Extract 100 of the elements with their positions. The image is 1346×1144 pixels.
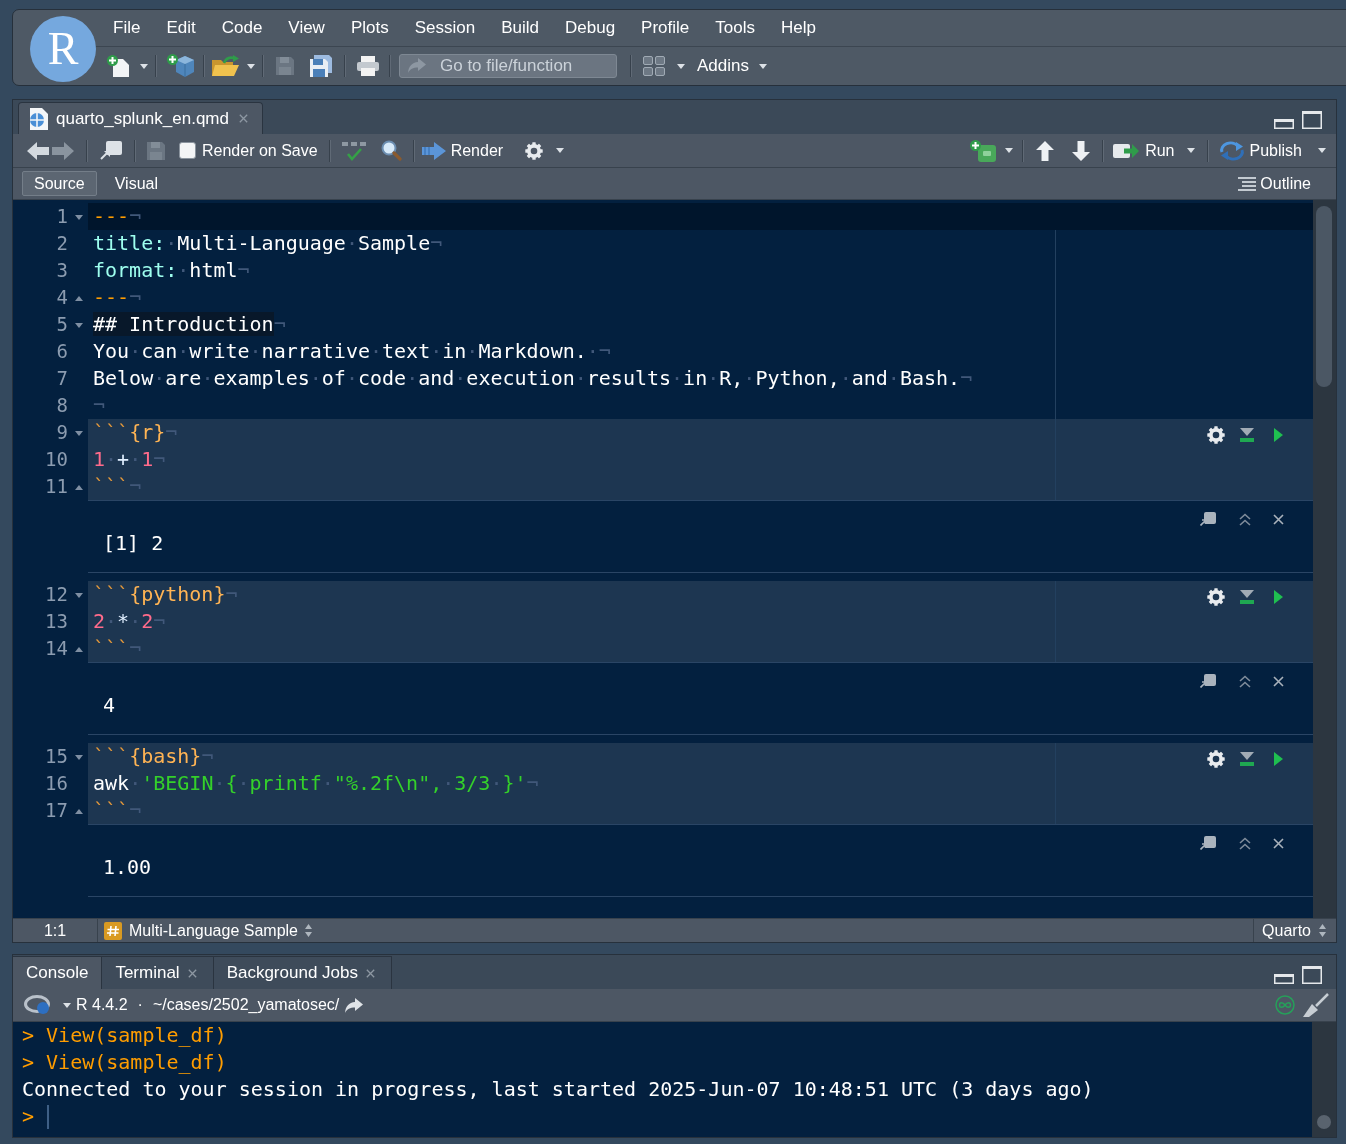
caret-icon[interactable] xyxy=(1186,148,1195,153)
render-button[interactable]: Render xyxy=(421,141,504,160)
double-chevron-icon[interactable] xyxy=(1239,836,1251,850)
code-line: ```¬ xyxy=(93,635,142,662)
line-number: 9 xyxy=(56,420,68,445)
console-area[interactable]: > View(sample_df) > View(sample_df) Connected to your session in progress, last started 2025-Jun-07 10:48:51 UTC (3 days ago) > xyxy=(13,1022,1336,1137)
console-tab[interactable]: Console xyxy=(13,956,103,989)
code-line: title:·Multi-Language·Sample¬ xyxy=(93,230,443,257)
render-on-save-label[interactable]: Render on Save xyxy=(202,141,318,160)
menu-item[interactable]: Help xyxy=(780,18,816,38)
caret-up-icon[interactable] xyxy=(75,646,83,652)
gear-icon[interactable] xyxy=(1207,426,1225,444)
code-line: format:·html¬ xyxy=(93,257,250,284)
mode-tab[interactable]: Visual xyxy=(102,171,170,196)
caret-icon[interactable] xyxy=(556,148,565,153)
double-chevron-icon[interactable] xyxy=(1239,674,1251,688)
gear-icon[interactable] xyxy=(525,141,544,160)
menu-item[interactable]: Debug xyxy=(565,18,616,38)
box-arrow-icon[interactable] xyxy=(100,141,122,160)
menu-item[interactable]: Build xyxy=(501,18,539,38)
minimize-icon[interactable] xyxy=(1274,974,1294,984)
caret-up-icon[interactable] xyxy=(75,295,83,301)
menu-item[interactable]: View xyxy=(288,18,325,38)
menu-item[interactable]: Session xyxy=(414,18,476,38)
checkbox[interactable] xyxy=(179,142,196,159)
box-arrow-icon[interactable] xyxy=(1200,836,1216,850)
run-button[interactable]: Run xyxy=(1113,141,1175,160)
console-tab[interactable]: Terminal xyxy=(102,956,214,989)
check-icon[interactable] xyxy=(340,140,368,161)
addins-menu[interactable]: Addins xyxy=(697,56,767,76)
grid-icon[interactable] xyxy=(643,56,665,76)
printer-icon[interactable] xyxy=(357,56,379,76)
menu-item[interactable]: Edit xyxy=(166,18,196,38)
gear-icon[interactable] xyxy=(1207,750,1225,768)
caret-icon[interactable] xyxy=(75,214,83,220)
mode-tab[interactable]: Source xyxy=(22,171,97,196)
ring-icon[interactable] xyxy=(24,995,52,1015)
code-line: ```{r}¬ xyxy=(93,419,178,446)
cube-plus-icon[interactable] xyxy=(167,54,195,78)
close-icon[interactable] xyxy=(1273,837,1284,849)
line-number: 8 xyxy=(56,393,68,418)
caret-icon[interactable] xyxy=(63,1002,71,1008)
caret-icon[interactable] xyxy=(75,322,83,328)
play-icon[interactable] xyxy=(1274,590,1283,604)
scrollbar-thumb[interactable] xyxy=(1317,1115,1331,1129)
up-arrow-icon[interactable] xyxy=(1036,140,1055,161)
outline-button[interactable]: Outline xyxy=(1238,174,1311,193)
menu-item[interactable]: Profile xyxy=(641,18,690,38)
caret-icon[interactable] xyxy=(75,592,83,598)
updown-icon xyxy=(305,924,312,937)
box-arrow-icon[interactable] xyxy=(1200,674,1216,688)
file-tab[interactable]: quarto_splunk_en.qmd xyxy=(18,102,263,134)
down-arrow-icon[interactable] xyxy=(1072,140,1091,161)
file-type-menu[interactable]: Quarto xyxy=(1262,921,1326,940)
broom-icon[interactable] xyxy=(1303,993,1329,1017)
code-line: ```¬ xyxy=(93,473,142,500)
caret-icon[interactable] xyxy=(677,63,685,69)
caret-icon[interactable] xyxy=(140,63,148,69)
publish-button[interactable]: Publish xyxy=(1218,140,1302,161)
new-file-icon[interactable] xyxy=(107,55,129,77)
scrollbar-track[interactable] xyxy=(1312,1022,1336,1137)
menu-item[interactable]: Code xyxy=(221,18,263,38)
save-all-icon[interactable] xyxy=(310,55,332,77)
scrollbar-thumb[interactable] xyxy=(1316,206,1332,387)
play-icon[interactable] xyxy=(1274,428,1283,442)
close-icon[interactable] xyxy=(1273,513,1284,525)
caret-up-icon[interactable] xyxy=(75,484,83,490)
close-icon[interactable] xyxy=(1273,675,1284,687)
caret-icon[interactable] xyxy=(1005,148,1014,153)
minimize-icon[interactable] xyxy=(1274,119,1294,129)
goto-field[interactable]: Go to file/function xyxy=(399,54,617,78)
folder-icon[interactable] xyxy=(212,55,240,77)
menu-item[interactable]: File xyxy=(113,18,141,38)
section-menu[interactable]: Multi-Language Sample xyxy=(104,921,312,940)
triangle-bar-icon[interactable] xyxy=(1239,428,1255,442)
console-tab[interactable]: Background Jobs xyxy=(213,956,392,989)
scrollbar-track[interactable] xyxy=(1313,200,1336,918)
box-arrow-icon[interactable] xyxy=(1200,512,1216,526)
code-line: ```¬ xyxy=(93,797,142,824)
play-icon[interactable] xyxy=(1274,752,1283,766)
caret-icon[interactable] xyxy=(1318,148,1326,153)
maximize-icon[interactable] xyxy=(1302,966,1322,984)
arrow-icon xyxy=(408,58,426,73)
gear-icon[interactable] xyxy=(1207,588,1225,606)
arrow-icon[interactable] xyxy=(345,997,364,1013)
triangle-bar-icon[interactable] xyxy=(1239,752,1255,766)
double-chevron-icon[interactable] xyxy=(1239,512,1251,526)
line-number: 7 xyxy=(56,366,68,391)
maximize-icon[interactable] xyxy=(1302,111,1322,129)
triangle-bar-icon[interactable] xyxy=(1239,590,1255,604)
menu-item[interactable]: Tools xyxy=(715,18,755,38)
caret-icon[interactable] xyxy=(75,430,83,436)
search-icon[interactable] xyxy=(380,140,402,161)
caret-icon[interactable] xyxy=(759,63,767,69)
caret-up-icon[interactable] xyxy=(75,808,83,814)
caret-icon[interactable] xyxy=(75,754,83,760)
caret-icon[interactable] xyxy=(247,63,255,69)
menu-item[interactable]: Plots xyxy=(350,18,389,38)
plus-square-icon[interactable] xyxy=(970,139,997,162)
back-arrow-icon[interactable] xyxy=(27,141,49,160)
